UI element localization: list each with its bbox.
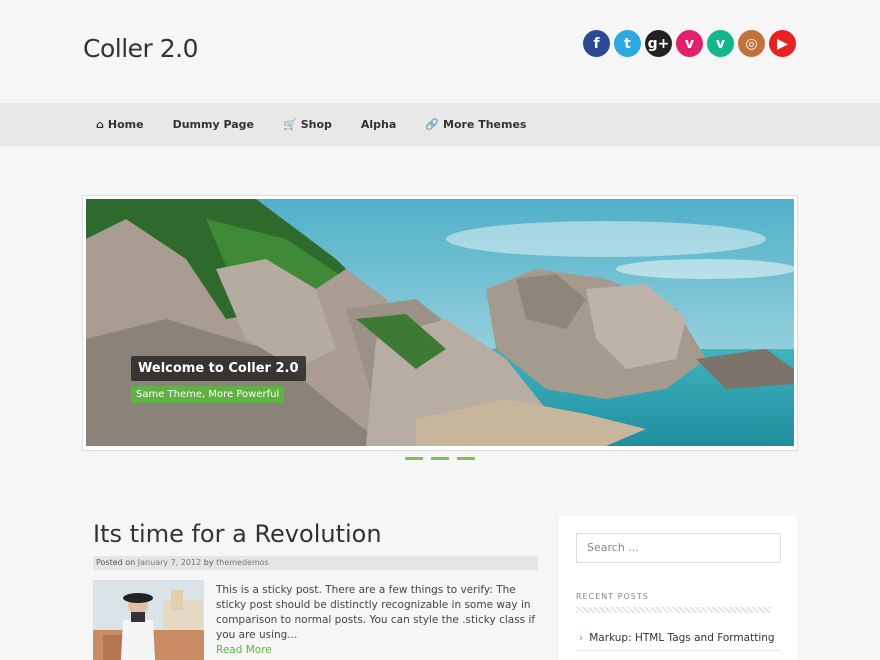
- nav-item-label: Shop: [300, 118, 332, 131]
- landscape-image: [86, 199, 794, 446]
- read-more-link[interactable]: Read More: [216, 644, 272, 656]
- post-author[interactable]: themedemos: [216, 558, 269, 567]
- image-slider: Welcome to Coller 2.0 Same Theme, More P…: [82, 195, 798, 451]
- sidebar: Search ... RECENT POSTS › Markup: HTML Ta…: [559, 516, 797, 660]
- post-meta: Posted on January 7, 2012 by themedemos: [93, 556, 538, 570]
- social-icons: f t g+ v v ◎ ▶: [583, 30, 796, 57]
- divider: [576, 650, 781, 651]
- recent-post-item[interactable]: › Markup: HTML Tags and Formatting: [579, 632, 775, 644]
- slide-caption-subtitle: Same Theme, More Powerful: [131, 386, 285, 403]
- meta-prefix: Posted on: [96, 558, 136, 567]
- vimeo-icon[interactable]: v: [676, 30, 703, 57]
- nav-item-home[interactable]: ⌂ Home: [96, 118, 144, 131]
- vine-icon[interactable]: v: [707, 30, 734, 57]
- slider-pagination: [405, 457, 475, 460]
- slider-dot[interactable]: [431, 457, 449, 460]
- link-icon: 🔗: [425, 118, 439, 131]
- post-title[interactable]: Its time for a Revolution: [93, 520, 382, 548]
- meta-by: by: [203, 558, 214, 567]
- post-date[interactable]: January 7, 2012: [138, 558, 201, 567]
- site-header: Coller 2.0 f t g+ v v ◎ ▶: [0, 0, 880, 103]
- recent-post-link[interactable]: Markup: HTML Tags and Formatting: [589, 632, 774, 644]
- excerpt-text: This is a sticky post. There are a few t…: [216, 584, 536, 641]
- home-icon: ⌂: [96, 118, 104, 131]
- nav-item-more-themes[interactable]: 🔗 More Themes: [425, 118, 526, 131]
- googleplus-icon[interactable]: g+: [645, 30, 672, 57]
- nav-item-label: Dummy Page: [172, 118, 254, 131]
- cart-icon: 🛒: [282, 118, 297, 131]
- chevron-right-icon: ›: [579, 632, 584, 644]
- youtube-icon[interactable]: ▶: [769, 30, 796, 57]
- twitter-icon[interactable]: t: [614, 30, 641, 57]
- site-title[interactable]: Coller 2.0: [83, 34, 199, 63]
- nav-item-alpha[interactable]: Alpha: [361, 118, 396, 131]
- slider-dot[interactable]: [405, 457, 423, 460]
- post-excerpt: This is a sticky post. There are a few t…: [216, 583, 536, 658]
- nav-item-dummy-page[interactable]: Dummy Page: [173, 118, 254, 131]
- recent-posts-title: RECENT POSTS: [576, 592, 649, 601]
- widget-title-stripe: [576, 607, 771, 613]
- slider-dot[interactable]: [457, 457, 475, 460]
- nav-item-shop[interactable]: 🛒 Shop: [283, 118, 332, 131]
- facebook-icon[interactable]: f: [583, 30, 610, 57]
- main-navigation: ⌂ Home Dummy Page 🛒 Shop Alpha 🔗 More Themes: [0, 103, 880, 146]
- nav-item-label: Home: [107, 118, 144, 131]
- instagram-icon[interactable]: ◎: [738, 30, 765, 57]
- slide-caption-title: Welcome to Coller 2.0: [131, 356, 306, 381]
- post-thumbnail[interactable]: [93, 580, 204, 660]
- thumbnail-image: [93, 580, 204, 660]
- nav-item-label: More Themes: [443, 118, 527, 131]
- slide-image[interactable]: Welcome to Coller 2.0 Same Theme, More P…: [86, 199, 794, 446]
- search-input[interactable]: Search ...: [576, 533, 781, 563]
- nav-item-label: Alpha: [360, 118, 397, 131]
